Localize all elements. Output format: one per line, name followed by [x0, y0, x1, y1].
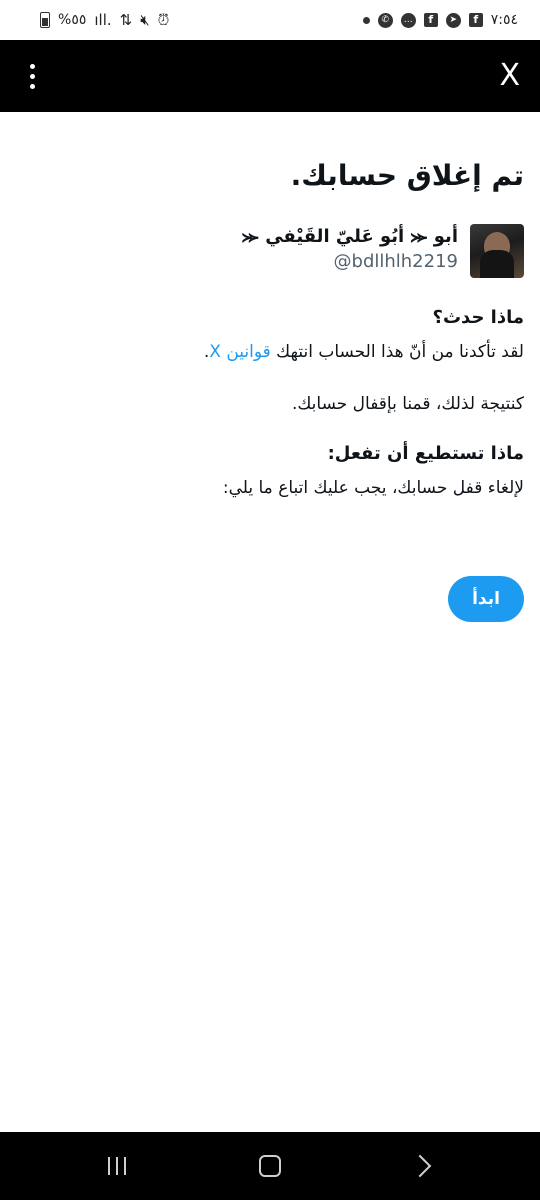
status-bar-right: ٧:٥٤ f ➤ f … ✆ — [362, 12, 518, 28]
page-title: تم إغلاق حسابك. — [290, 159, 524, 192]
back-icon — [408, 1154, 432, 1178]
alarm-icon: ⏰︎ — [157, 10, 170, 29]
home-icon — [258, 1155, 281, 1177]
navigation-bar — [0, 1132, 540, 1200]
start-button[interactable]: ابدأ — [448, 576, 524, 622]
facebook-icon: f — [423, 13, 438, 27]
recents-icon — [107, 1157, 126, 1175]
back-button[interactable] — [393, 1146, 453, 1186]
clock: ٧:٥٤ — [490, 12, 518, 28]
whatsapp-icon: ✆ — [377, 12, 393, 28]
dot-icon — [362, 16, 370, 24]
close-icon[interactable]: X — [499, 61, 520, 91]
battery-percentage: %٥٥ — [58, 12, 87, 28]
telegram-icon: ➤ — [445, 12, 461, 28]
chat-icon: … — [400, 12, 416, 28]
violation-text: لقد تأكدنا من أنّ هذا الحساب انتهك — [270, 342, 524, 362]
battery-icon — [40, 12, 50, 28]
data-arrows-icon: ⇅ — [119, 10, 133, 29]
account-handle: @bdllhlh2219 — [333, 251, 458, 272]
display-name: أبو ⪻ أبُو عَليّ القَيْفي ⪻ — [241, 226, 458, 247]
mute-icon: 🔇︎ — [140, 10, 150, 29]
account-card: أبو ⪻ أبُو عَليّ القَيْفي ⪻ @bdllhlh2219 — [30, 224, 524, 278]
facebook-icon: f — [468, 13, 483, 27]
consequence-text: كنتيجة لذلك، قمنا بإقفال حسابك. — [291, 394, 524, 414]
avatar — [470, 224, 524, 278]
account-info: أبو ⪻ أبُو عَليّ القَيْفي ⪻ @bdllhlh2219 — [242, 224, 458, 274]
recents-button[interactable] — [87, 1146, 147, 1186]
what-to-do-heading: ماذا تستطيع أن تفعل: — [327, 443, 524, 464]
more-vertical-icon[interactable] — [24, 63, 40, 89]
what-happened-text: لقد تأكدنا من أنّ هذا الحساب انتهك قواني… — [30, 338, 524, 366]
status-bar-left: %٥٥ ıll. ⇅ 🔇︎ ⏰︎ — [40, 12, 169, 28]
what-to-do-text: لإلغاء قفل حسابك، يجب عليك اتباع ما يلي: — [222, 478, 524, 498]
signal-icon: ıll. — [94, 10, 112, 29]
main-content: تم إغلاق حسابك. أبو ⪻ أبُو عَليّ القَيْف… — [0, 112, 540, 502]
what-happened-heading: ماذا حدث؟ — [432, 307, 524, 328]
home-button[interactable] — [240, 1146, 300, 1186]
top-app-bar: X — [0, 40, 540, 112]
status-bar: %٥٥ ıll. ⇅ 🔇︎ ⏰︎ ٧:٥٤ f ➤ f … ✆ — [0, 0, 540, 40]
x-rules-link[interactable]: قوانين X — [209, 342, 271, 362]
